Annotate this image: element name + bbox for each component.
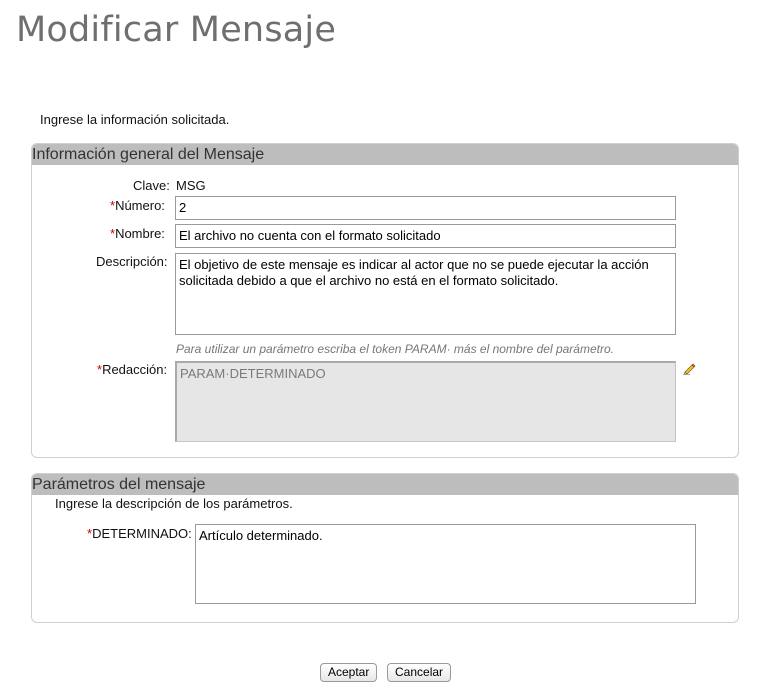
pencil-icon[interactable]	[682, 361, 696, 375]
numero-label: Número:	[115, 198, 165, 213]
param-hint: Para utilizar un parámetro escriba el to…	[176, 342, 614, 356]
params-header: Parámetros del mensaje	[32, 474, 738, 495]
redaccion-label-group: *Redacción:	[97, 362, 167, 377]
determinado-label: DETERMINADO:	[92, 526, 192, 541]
clave-label: Clave:	[133, 178, 170, 193]
nombre-label-group: *Nombre:	[110, 226, 165, 241]
page-title: Modificar Mensaje	[16, 10, 337, 50]
params-instructions: Ingrese la descripción de los parámetros…	[55, 496, 293, 511]
nombre-field[interactable]: El archivo no cuenta con el formato soli…	[175, 224, 676, 248]
cancel-button[interactable]: Cancelar	[387, 663, 452, 682]
numero-label-group: *Número:	[110, 198, 165, 213]
general-info-header-label: Información general del Mensaje	[32, 146, 265, 163]
form-instructions: Ingrese la información solicitada.	[40, 112, 230, 127]
redaccion-textarea: PARAM·DETERMINADO	[175, 361, 676, 442]
accept-button[interactable]: Aceptar	[320, 663, 378, 682]
redaccion-label: Redacción:	[102, 362, 168, 377]
descripcion-textarea[interactable]: El objetivo de este mensaje es indicar a…	[175, 253, 676, 335]
descripcion-label: Descripción:	[96, 254, 168, 269]
general-info-header: Información general del Mensaje	[32, 144, 738, 165]
params-header-label: Parámetros del mensaje	[32, 476, 206, 493]
determinado-label-group: *DETERMINADO:	[87, 526, 192, 541]
determinado-textarea[interactable]: Artículo determinado.	[195, 524, 696, 604]
page: Modificar Mensaje Ingrese la información…	[0, 0, 767, 694]
numero-field[interactable]: 2	[175, 196, 676, 220]
clave-value: MSG	[176, 178, 206, 193]
nombre-label: Nombre:	[115, 226, 165, 241]
